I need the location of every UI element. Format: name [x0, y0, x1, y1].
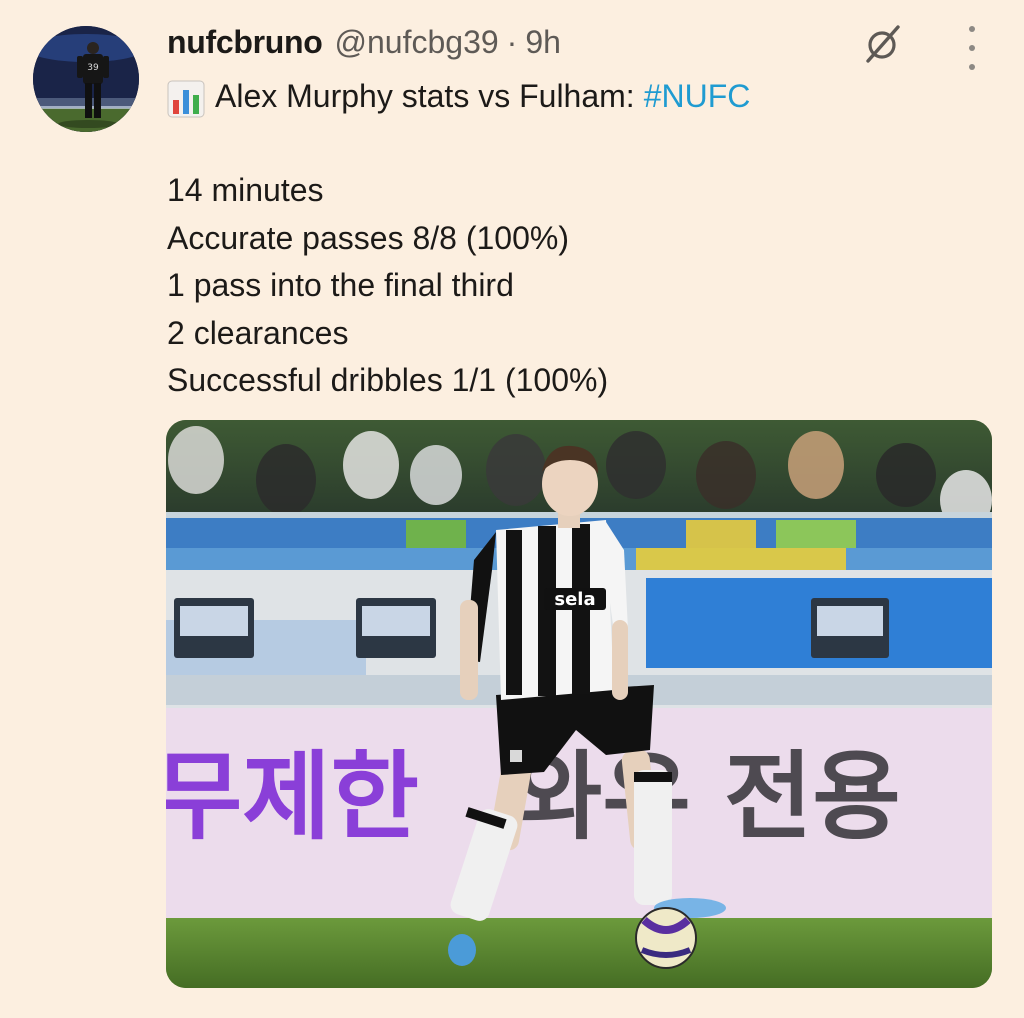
stat-line: 1 pass into the final third [167, 267, 514, 303]
timestamp[interactable]: 9h [525, 24, 561, 61]
vertical-dots-icon [969, 26, 975, 32]
board-text-purple: 무제한 [166, 741, 419, 853]
user-handle[interactable]: @nufcbg39 [335, 24, 499, 61]
media-image[interactable]: 무제한 와우 전용 sela [166, 420, 992, 988]
shirt-sponsor: sela [554, 589, 595, 610]
dot [969, 64, 975, 70]
grok-slash-circle-icon [866, 25, 900, 63]
grok-button[interactable] [857, 18, 909, 70]
tweet-headline: Alex Murphy stats vs Fulham: #NUFC [167, 73, 750, 120]
stat-line: Accurate passes 8/8 (100%) [167, 219, 569, 256]
player-avatar-icon: 39 [33, 26, 139, 132]
football-player-photo: 무제한 와우 전용 sela [166, 420, 992, 988]
bar-chart-emoji-icon [167, 80, 205, 117]
board-text-dark: 와우 전용 [514, 741, 901, 853]
tweet[interactable]: 39 nufcbruno @nufcbg39 · 9h Alex Murphy … [0, 0, 1024, 1018]
dot [969, 45, 975, 51]
display-name[interactable]: nufcbruno [167, 24, 323, 61]
stat-line: 2 clearances [167, 314, 349, 351]
tweet-header: nufcbruno @nufcbg39 · 9h [167, 24, 561, 66]
svg-text:39: 39 [87, 63, 99, 73]
more-options-button[interactable] [955, 26, 989, 70]
hashtag-link[interactable]: #NUFC [644, 73, 751, 120]
headline-text: Alex Murphy stats vs Fulham: [215, 78, 635, 114]
stats-list: 14 minutes Accurate passes 8/8 (100%) 1 … [167, 167, 608, 405]
separator-dot: · [506, 24, 518, 60]
stat-line: Successful dribbles 1/1 (100%) [167, 362, 609, 398]
stat-line: 14 minutes [167, 172, 324, 208]
avatar[interactable]: 39 [33, 26, 139, 132]
